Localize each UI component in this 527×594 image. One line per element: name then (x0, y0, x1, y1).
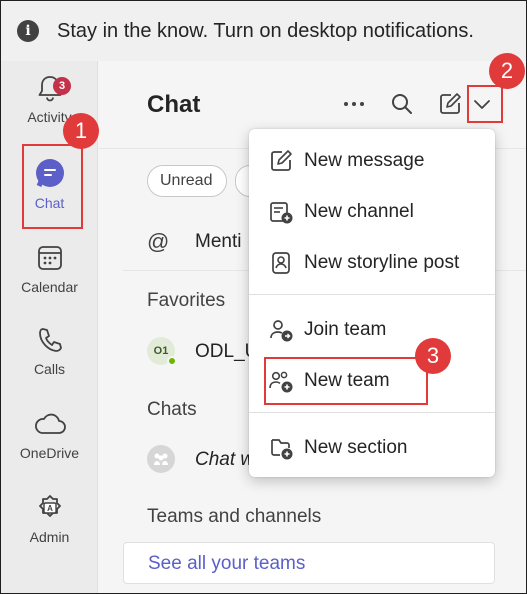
favorites-heading: Favorites (147, 290, 226, 311)
menu-item-label: New message (304, 150, 425, 171)
menu-item-new-section[interactable]: New section (249, 426, 495, 470)
menu-item-label: New section (304, 437, 408, 458)
svg-text:A: A (47, 504, 53, 513)
annotation-marker-1: 1 (63, 113, 99, 149)
annotation-marker-3: 3 (415, 338, 451, 374)
teams-heading: Teams and channels (147, 506, 322, 527)
annotation-marker-2: 2 (489, 53, 525, 89)
info-icon: i (17, 20, 39, 42)
calendar-icon (33, 241, 67, 275)
menu-item-label: New storyline post (304, 252, 460, 273)
annotation-box-new-team (264, 357, 428, 405)
compose-icon (271, 150, 292, 171)
banner-text: Stay in the know. Turn on desktop notifi… (57, 19, 474, 42)
rail-label: Admin (29, 529, 70, 545)
join-team-icon (270, 320, 293, 342)
presence-available-icon (167, 356, 177, 366)
more-options-icon[interactable] (341, 91, 367, 117)
search-icon[interactable] (389, 91, 415, 117)
storyline-icon (272, 252, 290, 274)
rail-item-calendar[interactable]: Calendar (1, 241, 98, 295)
rail-item-onedrive[interactable]: OneDrive (1, 407, 98, 461)
see-all-teams-label: See all your teams (148, 553, 306, 574)
phone-icon (33, 323, 67, 357)
new-channel-icon (270, 202, 293, 224)
rail-label: Calls (33, 361, 66, 377)
page-title: Chat (147, 91, 201, 118)
menu-divider (249, 412, 495, 413)
group-avatar-icon (147, 445, 175, 473)
chats-heading: Chats (147, 399, 197, 420)
see-all-teams-button[interactable]: See all your teams (123, 542, 495, 584)
new-section-icon (271, 439, 293, 460)
notification-banner: i Stay in the know. Turn on desktop noti… (1, 1, 526, 61)
rail-item-admin[interactable]: A Admin (1, 491, 98, 545)
activity-badge: 3 (53, 77, 71, 95)
annotation-box-chat (22, 144, 83, 229)
mentions-label: Menti (195, 231, 242, 252)
menu-item-label: Join team (304, 319, 387, 340)
menu-item-new-message[interactable]: New message (249, 139, 495, 183)
app-window: i Stay in the know. Turn on desktop noti… (0, 0, 527, 594)
filter-unread[interactable]: Unread (147, 165, 227, 197)
cloud-icon (33, 407, 67, 441)
menu-divider (249, 294, 495, 295)
compose-icon[interactable] (437, 91, 463, 117)
menu-item-label: New channel (304, 201, 414, 222)
rail-label: Calendar (21, 279, 78, 295)
annotation-box-chevron (467, 85, 503, 123)
menu-item-new-storyline-post[interactable]: New storyline post (249, 241, 495, 285)
new-item-menu: New message New channel New storyline po… (249, 129, 495, 477)
admin-icon: A (33, 491, 67, 525)
menu-item-new-channel[interactable]: New channel (249, 190, 495, 234)
rail-item-calls[interactable]: Calls (1, 323, 98, 377)
chat-name: Chat w (195, 449, 255, 470)
mention-icon: @ (147, 229, 170, 254)
menu-item-join-team[interactable]: Join team (249, 308, 495, 352)
rail-label: OneDrive (19, 445, 80, 461)
